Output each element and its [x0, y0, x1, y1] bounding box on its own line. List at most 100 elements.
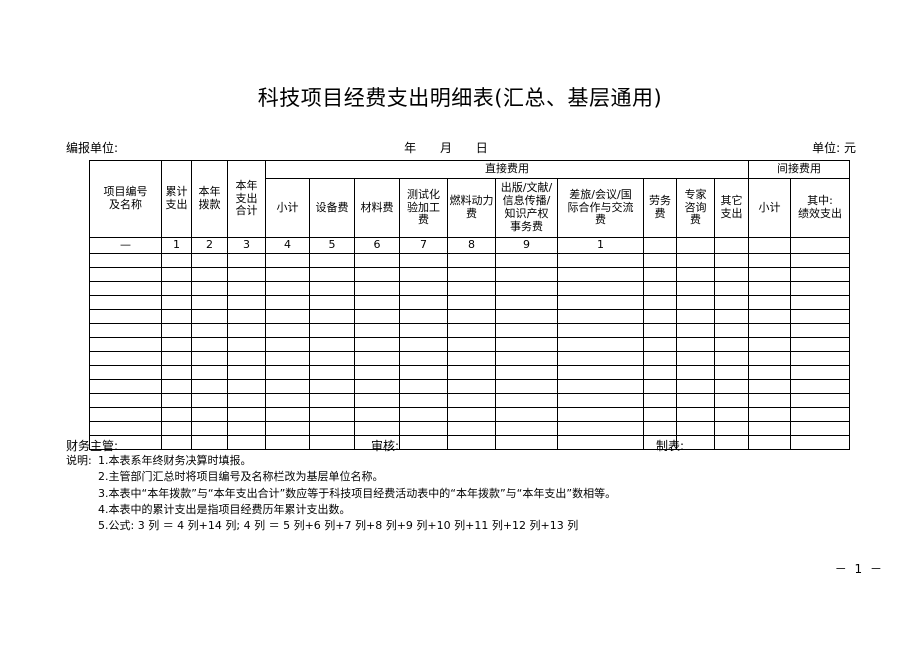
cell-fuel_power[interactable] [447, 267, 496, 282]
cell-performance[interactable] [790, 365, 850, 380]
cell-project[interactable] [89, 267, 162, 282]
cell-labor[interactable] [643, 421, 677, 436]
cell-testing[interactable] [399, 309, 448, 324]
cell-year_grant[interactable] [191, 253, 228, 268]
cell-cumulative[interactable] [161, 253, 192, 268]
cell-labor[interactable] [643, 379, 677, 394]
cell-publication[interactable] [495, 309, 558, 324]
table-row[interactable] [89, 323, 850, 338]
cell-year_total[interactable] [227, 421, 266, 436]
cell-publication[interactable] [495, 267, 558, 282]
cell-equipment[interactable] [309, 351, 355, 366]
cell-publication[interactable] [495, 351, 558, 366]
cell-year_grant[interactable] [191, 351, 228, 366]
cell-labor[interactable] [643, 351, 677, 366]
cell-testing[interactable] [399, 295, 448, 310]
cell-expert[interactable] [676, 407, 715, 422]
cell-cumulative[interactable] [161, 365, 192, 380]
cell-testing[interactable] [399, 281, 448, 296]
cell-travel_meeting[interactable] [557, 337, 644, 352]
cell-indirect_subtotal[interactable] [748, 281, 791, 296]
cell-expert[interactable] [676, 337, 715, 352]
cell-indirect_subtotal[interactable] [748, 253, 791, 268]
cell-labor[interactable] [643, 407, 677, 422]
cell-material[interactable] [354, 351, 400, 366]
cell-labor[interactable] [643, 253, 677, 268]
cell-year_grant[interactable] [191, 267, 228, 282]
cell-other[interactable] [714, 351, 749, 366]
cell-equipment[interactable] [309, 393, 355, 408]
cell-testing[interactable] [399, 365, 448, 380]
cell-fuel_power[interactable] [447, 351, 496, 366]
cell-year_grant[interactable] [191, 309, 228, 324]
cell-fuel_power[interactable] [447, 365, 496, 380]
table-row[interactable] [89, 281, 850, 296]
cell-material[interactable] [354, 253, 400, 268]
cell-publication[interactable] [495, 407, 558, 422]
cell-equipment[interactable] [309, 337, 355, 352]
cell-fuel_power[interactable] [447, 337, 496, 352]
cell-performance[interactable] [790, 337, 850, 352]
cell-expert[interactable] [676, 323, 715, 338]
cell-material[interactable] [354, 295, 400, 310]
cell-other[interactable] [714, 337, 749, 352]
cell-project[interactable] [89, 421, 162, 436]
cell-publication[interactable] [495, 365, 558, 380]
cell-publication[interactable] [495, 323, 558, 338]
cell-cumulative[interactable] [161, 309, 192, 324]
cell-project[interactable] [89, 393, 162, 408]
cell-performance[interactable] [790, 267, 850, 282]
cell-direct_subtotal[interactable] [265, 365, 310, 380]
cell-travel_meeting[interactable] [557, 267, 644, 282]
cell-indirect_subtotal[interactable] [748, 323, 791, 338]
cell-material[interactable] [354, 393, 400, 408]
cell-indirect_subtotal[interactable] [748, 407, 791, 422]
cell-year_total[interactable] [227, 281, 266, 296]
cell-fuel_power[interactable] [447, 253, 496, 268]
cell-publication[interactable] [495, 281, 558, 296]
cell-travel_meeting[interactable] [557, 253, 644, 268]
cell-direct_subtotal[interactable] [265, 351, 310, 366]
cell-travel_meeting[interactable] [557, 407, 644, 422]
cell-testing[interactable] [399, 253, 448, 268]
cell-labor[interactable] [643, 281, 677, 296]
cell-equipment[interactable] [309, 379, 355, 394]
cell-project[interactable] [89, 295, 162, 310]
cell-publication[interactable] [495, 421, 558, 436]
cell-fuel_power[interactable] [447, 323, 496, 338]
cell-material[interactable] [354, 267, 400, 282]
cell-year_total[interactable] [227, 379, 266, 394]
cell-travel_meeting[interactable] [557, 309, 644, 324]
cell-travel_meeting[interactable] [557, 421, 644, 436]
cell-direct_subtotal[interactable] [265, 407, 310, 422]
cell-equipment[interactable] [309, 407, 355, 422]
cell-year_total[interactable] [227, 407, 266, 422]
table-row[interactable] [89, 351, 850, 366]
cell-performance[interactable] [790, 393, 850, 408]
cell-testing[interactable] [399, 393, 448, 408]
cell-year_grant[interactable] [191, 393, 228, 408]
cell-indirect_subtotal[interactable] [748, 267, 791, 282]
cell-performance[interactable] [790, 281, 850, 296]
cell-labor[interactable] [643, 393, 677, 408]
cell-performance[interactable] [790, 379, 850, 394]
table-row[interactable] [89, 309, 850, 324]
cell-year_grant[interactable] [191, 337, 228, 352]
cell-equipment[interactable] [309, 267, 355, 282]
cell-other[interactable] [714, 393, 749, 408]
cell-travel_meeting[interactable] [557, 351, 644, 366]
cell-expert[interactable] [676, 309, 715, 324]
cell-travel_meeting[interactable] [557, 295, 644, 310]
cell-indirect_subtotal[interactable] [748, 393, 791, 408]
cell-indirect_subtotal[interactable] [748, 351, 791, 366]
cell-year_grant[interactable] [191, 281, 228, 296]
cell-year_total[interactable] [227, 309, 266, 324]
cell-performance[interactable] [790, 323, 850, 338]
cell-expert[interactable] [676, 253, 715, 268]
cell-expert[interactable] [676, 393, 715, 408]
cell-travel_meeting[interactable] [557, 323, 644, 338]
cell-material[interactable] [354, 407, 400, 422]
cell-year_total[interactable] [227, 267, 266, 282]
cell-indirect_subtotal[interactable] [748, 421, 791, 436]
cell-equipment[interactable] [309, 365, 355, 380]
